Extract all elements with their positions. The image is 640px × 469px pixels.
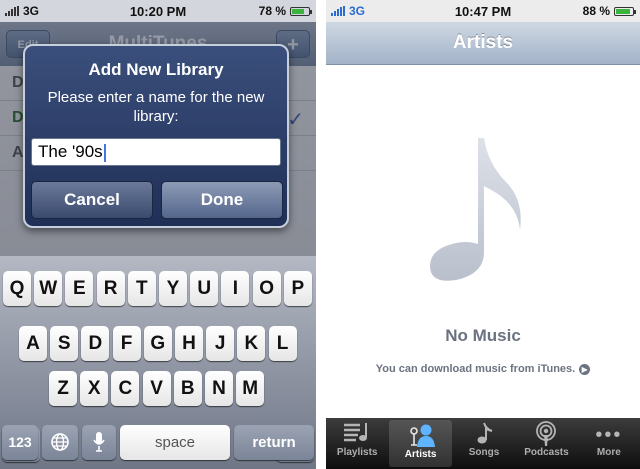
tab-label: Artists xyxy=(404,449,437,460)
nav-bar: Artists xyxy=(326,22,640,65)
podcasts-icon xyxy=(515,421,577,449)
empty-message-text: You can download music from iTunes. xyxy=(375,363,576,375)
key-e[interactable]: E xyxy=(65,271,94,306)
tab-songs[interactable]: Songs xyxy=(453,418,515,469)
status-bar: 3G 10:20 PM 78 % xyxy=(0,0,316,22)
library-name-input[interactable]: The '90s xyxy=(31,138,281,166)
tab-artists[interactable]: Artists xyxy=(389,420,452,467)
key-r[interactable]: R xyxy=(96,271,125,306)
empty-message[interactable]: You can download music from iTunes. ▶ xyxy=(326,363,640,375)
tab-bar: Playlists Artists Songs Podcasts ••• Mor… xyxy=(326,418,640,469)
key-p[interactable]: P xyxy=(283,271,312,306)
battery-percent: 78 % xyxy=(258,4,286,18)
key-s[interactable]: S xyxy=(50,326,79,361)
add-library-alert: Add New Library Please enter a name for … xyxy=(23,44,289,228)
artists-icon xyxy=(389,423,451,451)
right-screen: 3G 10:47 PM 88 % Artists No Music You ca… xyxy=(326,0,640,469)
tab-label: Podcasts xyxy=(524,447,569,458)
tab-label: Songs xyxy=(468,447,500,458)
key-i[interactable]: I xyxy=(221,271,250,306)
key-w[interactable]: W xyxy=(34,271,63,306)
battery-icon xyxy=(290,6,312,16)
alert-title: Add New Library xyxy=(88,60,224,79)
space-key[interactable]: space xyxy=(120,425,230,460)
key-v[interactable]: V xyxy=(142,371,171,406)
more-icon: ••• xyxy=(595,424,623,446)
key-n[interactable]: N xyxy=(205,371,233,406)
return-key[interactable]: return xyxy=(234,425,314,460)
tab-label: Playlists xyxy=(336,447,378,458)
key-b[interactable]: B xyxy=(173,371,202,406)
globe-key[interactable] xyxy=(42,425,78,460)
key-m[interactable]: M xyxy=(236,371,265,406)
tab-playlists[interactable]: Playlists xyxy=(326,418,388,469)
key-k[interactable]: K xyxy=(237,326,266,361)
input-text: The '90s xyxy=(38,142,103,161)
battery-icon xyxy=(614,6,636,16)
key-h[interactable]: H xyxy=(175,326,203,361)
empty-title: No Music xyxy=(445,326,521,345)
key-a[interactable]: A xyxy=(19,326,47,361)
tab-podcasts[interactable]: Podcasts xyxy=(515,418,577,469)
numbers-key[interactable]: 123 xyxy=(2,425,38,460)
key-f[interactable]: F xyxy=(112,326,141,361)
key-z[interactable]: Z xyxy=(49,371,77,406)
music-note-icon xyxy=(430,138,521,281)
done-button[interactable]: Done xyxy=(161,181,283,219)
key-d[interactable]: D xyxy=(81,326,110,361)
key-q[interactable]: Q xyxy=(3,271,31,306)
key-o[interactable]: O xyxy=(252,271,281,306)
battery-percent: 88 % xyxy=(582,4,610,18)
key-g[interactable]: G xyxy=(143,326,172,361)
key-u[interactable]: U xyxy=(190,271,219,306)
text-cursor xyxy=(103,143,106,162)
tab-label: More xyxy=(596,447,621,458)
alert-message: Please enter a name for the new library: xyxy=(47,89,265,125)
key-c[interactable]: C xyxy=(111,371,140,406)
key-x[interactable]: X xyxy=(80,371,109,406)
status-bar: 3G 10:47 PM 88 % xyxy=(326,0,640,23)
nav-title: Artists xyxy=(452,32,514,53)
key-t[interactable]: T xyxy=(127,271,156,306)
key-y[interactable]: Y xyxy=(159,271,187,306)
microphone-key[interactable] xyxy=(82,425,116,460)
tab-more[interactable]: ••• More xyxy=(578,418,640,469)
key-j[interactable]: J xyxy=(206,326,235,361)
playlists-icon xyxy=(326,421,388,449)
key-l[interactable]: L xyxy=(268,326,297,361)
cancel-button[interactable]: Cancel xyxy=(31,181,153,219)
songs-icon xyxy=(453,421,515,449)
arrow-right-icon: ▶ xyxy=(579,363,591,375)
left-screen: 3G 10:20 PM 78 % Edit MultiTunes + D Def… xyxy=(0,0,316,469)
